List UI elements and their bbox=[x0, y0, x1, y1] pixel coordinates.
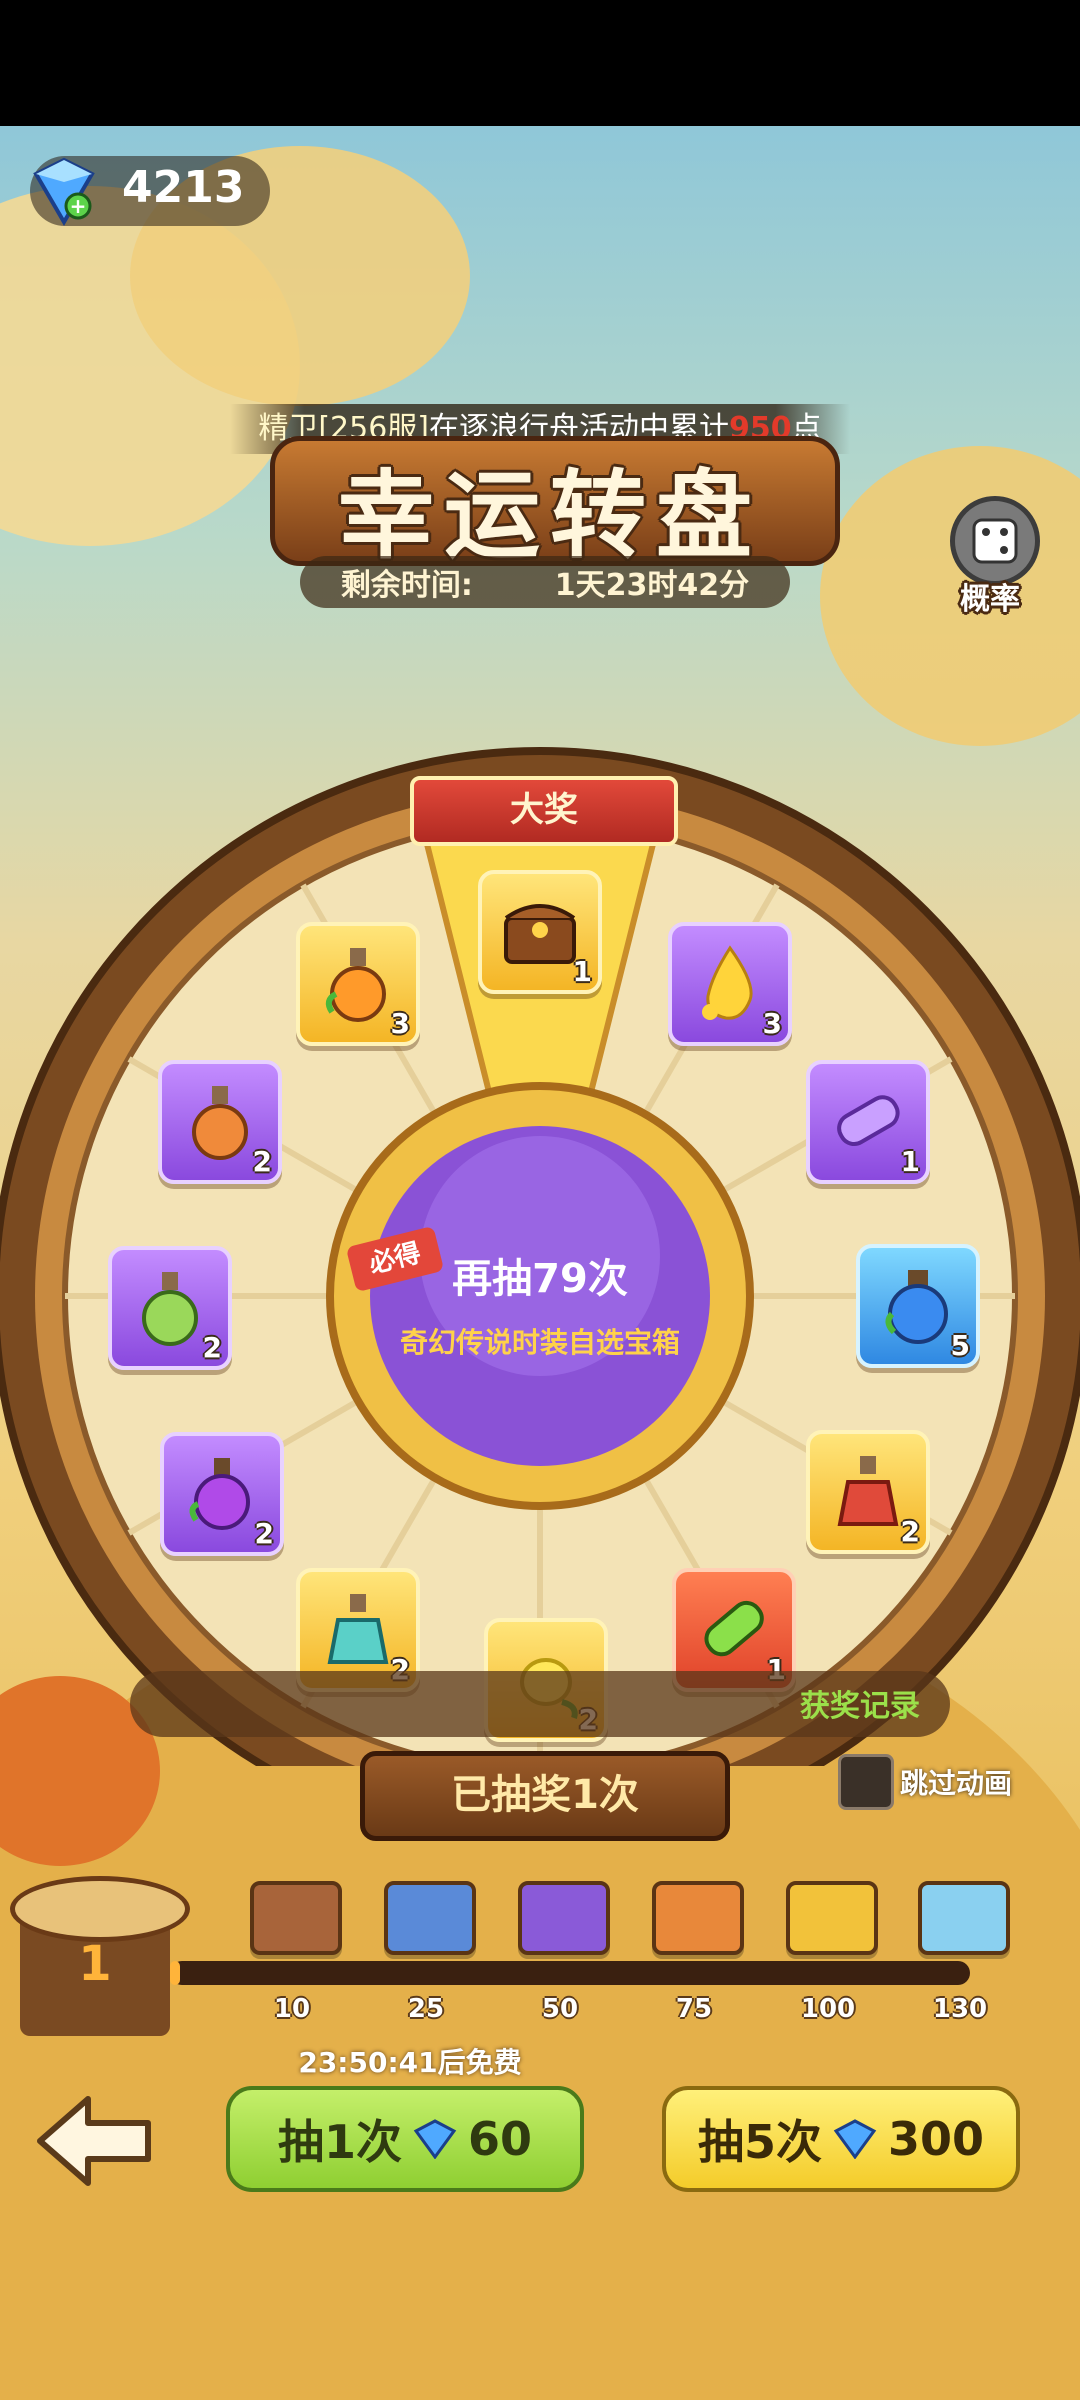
draw-once-label: 抽1次 bbox=[277, 2115, 402, 2169]
milestone-chest-75[interactable] bbox=[652, 1881, 744, 1955]
svg-text:+: + bbox=[70, 194, 87, 218]
diamond-icon: + bbox=[33, 157, 95, 226]
item-count: 5 bbox=[950, 1329, 970, 1362]
wheel-item-golden-drop: 3 bbox=[668, 922, 792, 1046]
green-potion-icon bbox=[142, 1272, 198, 1346]
item-count: 3 bbox=[762, 1007, 782, 1040]
milestone-chest-100[interactable] bbox=[786, 1881, 878, 1955]
milestone-label: 130 bbox=[932, 1994, 988, 2024]
probability-button[interactable]: 概率 bbox=[942, 496, 1040, 617]
back-arrow-icon[interactable] bbox=[32, 2091, 156, 2191]
status-bar bbox=[0, 0, 1080, 126]
milestone-chest-10[interactable] bbox=[250, 1881, 342, 1955]
draw-once-button[interactable]: 抽1次 60 bbox=[226, 2086, 584, 2192]
item-count: 3 bbox=[390, 1007, 410, 1040]
draws-remaining: 再抽79次 bbox=[452, 1256, 628, 1302]
lucky-wheel: 大奖 必得 再抽79次 奇幻传说时装自选宝箱 1 3 1 5 2 1 2 2 2… bbox=[0, 646, 1080, 1766]
orange-potion-icon bbox=[192, 1086, 248, 1160]
item-count: 2 bbox=[254, 1517, 274, 1550]
red-potion-icon bbox=[837, 1456, 899, 1526]
milestone-chest-130[interactable] bbox=[918, 1881, 1010, 1955]
skip-animation-toggle[interactable]: 跳过动画 bbox=[838, 1754, 1068, 1810]
blue-potion-icon bbox=[885, 1270, 948, 1344]
progress-current: 1 bbox=[78, 1936, 112, 1992]
timer-value: 1天23时42分 bbox=[554, 568, 750, 603]
draw-five-button[interactable]: 抽5次 300 bbox=[662, 2086, 1020, 2192]
item-count: 2 bbox=[252, 1145, 272, 1178]
game-scene: + 4213 精卫[256服]在逐浪行舟活动中累计950点 幸运转盘 剩余时间:… bbox=[0, 126, 1080, 2400]
wheel-item-purple-fruit-potion: 2 bbox=[160, 1432, 284, 1556]
progress-track bbox=[170, 1961, 970, 1985]
milestone-label: 75 bbox=[675, 1994, 713, 2024]
currency-bar: + 4213 bbox=[30, 156, 270, 226]
wheel-item-purple-tube: 1 bbox=[806, 1060, 930, 1184]
milestone-label: 50 bbox=[541, 1994, 579, 2024]
grand-prize-label: 大奖 bbox=[410, 776, 678, 846]
draw-five-cost: 300 bbox=[887, 2112, 985, 2166]
item-count: 1 bbox=[572, 955, 592, 988]
item-count: 2 bbox=[202, 1331, 222, 1364]
orange-fruit-potion-icon bbox=[325, 948, 386, 1022]
currency-amount: 4213 bbox=[122, 162, 245, 213]
milestone-label: 100 bbox=[800, 1994, 856, 2024]
cyan-potion-icon bbox=[327, 1594, 389, 1664]
probability-circle bbox=[950, 496, 1040, 586]
purple-fruit-potion-icon bbox=[189, 1458, 250, 1530]
wheel-item-orange-fruit-potion: 3 bbox=[296, 922, 420, 1046]
wheel-item-green-potion: 2 bbox=[108, 1246, 232, 1370]
records-bar: 获奖记录 bbox=[130, 1671, 950, 1737]
draw-count-label: 已抽奖1次 bbox=[360, 1751, 730, 1841]
item-count: 1 bbox=[900, 1145, 920, 1178]
diamond-icon bbox=[833, 2119, 877, 2159]
dice-icon bbox=[972, 518, 1018, 564]
timer-label: 剩余时间: bbox=[340, 568, 473, 603]
item-count: 2 bbox=[900, 1515, 920, 1548]
records-link[interactable]: 获奖记录 bbox=[800, 1681, 920, 1725]
stump-top bbox=[10, 1876, 190, 1942]
draw-once-cost: 60 bbox=[468, 2112, 533, 2166]
free-timer: 23:50:41后免费 bbox=[298, 2046, 522, 2079]
milestone-label: 25 bbox=[407, 1994, 445, 2024]
wheel-item-red-potion: 2 bbox=[806, 1430, 930, 1554]
skip-animation-label: 跳过动画 bbox=[900, 1767, 1013, 1800]
milestone-chest-25[interactable] bbox=[384, 1881, 476, 1955]
milestone-label: 10 bbox=[273, 1994, 311, 2024]
timer-bar: 剩余时间: 1天23时42分 bbox=[300, 556, 790, 608]
progress-fill bbox=[170, 1961, 180, 1985]
wheel-item-orange-potion: 2 bbox=[158, 1060, 282, 1184]
skip-animation-checkbox[interactable] bbox=[838, 1754, 894, 1810]
wheel-item-treasure-chest: 1 bbox=[478, 870, 602, 994]
probability-label: 概率 bbox=[960, 582, 1020, 617]
green-tube-icon bbox=[704, 1600, 764, 1657]
milestone-chest-50[interactable] bbox=[518, 1881, 610, 1955]
diamond-icon bbox=[413, 2119, 457, 2159]
draw-five-label: 抽5次 bbox=[697, 2115, 822, 2169]
golden-drop-icon bbox=[702, 945, 753, 1020]
guaranteed-reward: 奇幻传说时装自选宝箱 bbox=[399, 1326, 680, 1359]
progress-stump: 1 bbox=[10, 1876, 190, 2036]
treasure-chest-icon bbox=[504, 904, 576, 964]
wheel-item-blue-potion: 5 bbox=[856, 1244, 980, 1368]
purple-tube-icon bbox=[837, 1095, 900, 1146]
